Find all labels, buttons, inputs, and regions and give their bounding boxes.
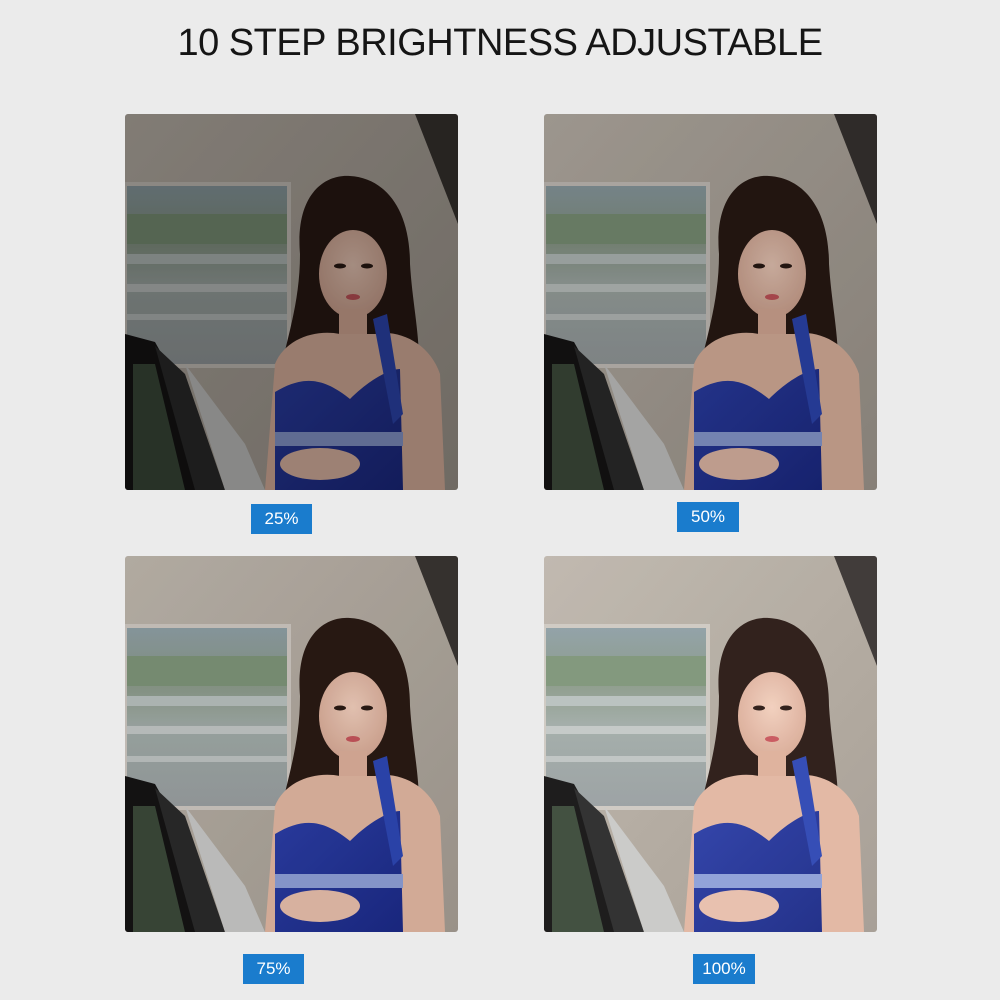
photo-panel-75 bbox=[125, 556, 458, 932]
brightness-overlay bbox=[544, 114, 877, 490]
brightness-badge-50: 50% bbox=[677, 502, 739, 532]
photo-panel-100 bbox=[544, 556, 877, 932]
portrait-photo bbox=[125, 114, 458, 490]
photo-panel-25 bbox=[125, 114, 458, 490]
photo-panel-50 bbox=[544, 114, 877, 490]
brightness-badge-25: 25% bbox=[251, 504, 312, 534]
page-title: 10 STEP BRIGHTNESS ADJUSTABLE bbox=[177, 22, 823, 64]
brightness-badge-100: 100% bbox=[693, 954, 755, 984]
brightness-badge-75: 75% bbox=[243, 954, 304, 984]
brightness-overlay bbox=[125, 114, 458, 490]
brightness-overlay bbox=[544, 556, 877, 932]
portrait-photo bbox=[544, 114, 877, 490]
portrait-photo bbox=[544, 556, 877, 932]
brightness-overlay bbox=[125, 556, 458, 932]
portrait-photo bbox=[125, 556, 458, 932]
